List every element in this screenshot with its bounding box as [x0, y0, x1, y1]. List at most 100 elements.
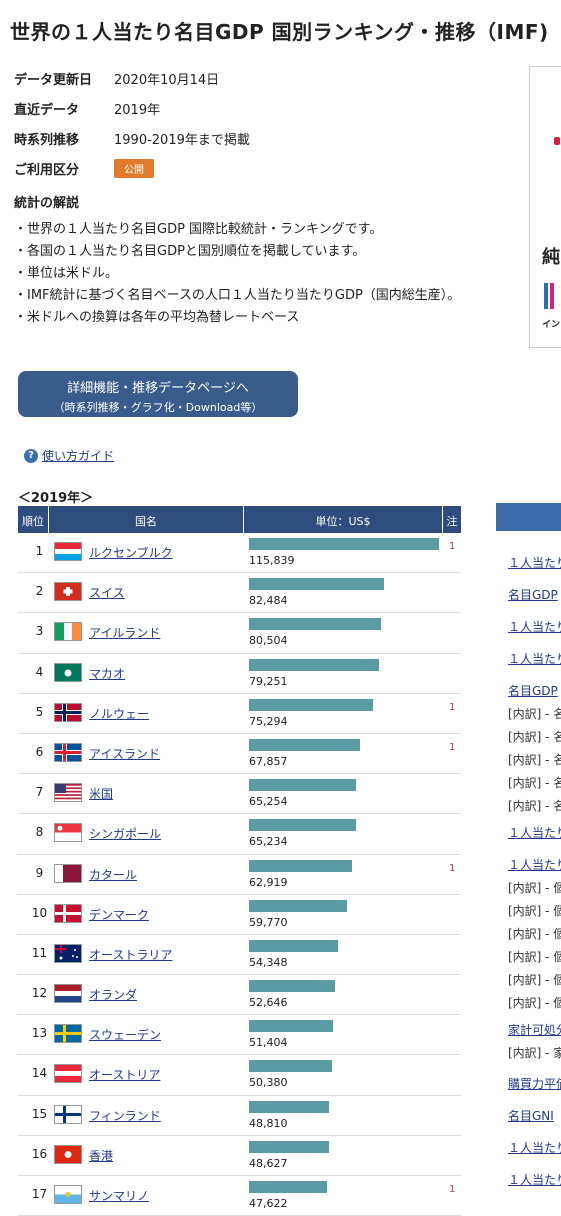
commentary-line: ・各国の１人当たり名目GDPと国別順位を掲載しています。	[14, 244, 366, 259]
country-link[interactable]: 香港	[89, 1147, 113, 1164]
flag-ie-icon	[54, 622, 82, 642]
flag-ch-icon	[54, 582, 82, 602]
table-row: 14 オーストリア 50,380	[18, 1055, 461, 1096]
country-link[interactable]: スウェーデン	[89, 1026, 161, 1043]
value-bar	[249, 1020, 334, 1033]
meta-value: 2020年10月14日	[114, 73, 220, 88]
value-bar	[249, 1060, 332, 1073]
flag-at-icon	[54, 1064, 82, 1084]
value-cell: 59,770	[249, 915, 288, 929]
country-link[interactable]: オーストラリア	[89, 946, 172, 963]
flag-sm-icon	[54, 1185, 82, 1204]
country-link[interactable]: ルクセンブルク	[89, 544, 173, 561]
country-link[interactable]: サンマリノ	[89, 1187, 149, 1204]
value-cell: 48,810	[249, 1116, 288, 1130]
table-row: 16 香港 48,627	[18, 1136, 461, 1176]
value-bar	[249, 1140, 329, 1153]
table-row: 13 スウェーデン 51,404	[18, 1015, 461, 1056]
sidebar-link[interactable]: １人当たり	[508, 824, 561, 841]
detail-data-button[interactable]: 詳細機能・推移データページへ （時系列推移・グラフ化・Download等）	[18, 371, 298, 417]
note-cell[interactable]: 1	[449, 702, 455, 713]
table-body: 1 ルクセンブルク 115,839 1 2 スイス 82,484 3 アイルランド 80,504 4…	[18, 533, 461, 1216]
value-cell: 48,627	[249, 1156, 288, 1170]
table-row: 12 オランダ 52,646	[18, 975, 461, 1016]
ad-banner[interactable]: 純 イン	[529, 66, 561, 348]
commentary-line: ・米ドルへの換算は各年の平均為替レートベース	[14, 310, 300, 325]
sidebar-subitem: [内訳] - 個	[508, 973, 561, 987]
country-link[interactable]: フィンランド	[89, 1107, 161, 1124]
note-cell[interactable]: 1	[449, 541, 455, 552]
country-link[interactable]: オーストリア	[89, 1066, 160, 1083]
value-cell: 82,484	[249, 594, 288, 608]
sidebar-link[interactable]: １人当たり	[508, 650, 561, 667]
value-bar	[249, 618, 381, 631]
value-bar	[249, 939, 339, 952]
table-row: 1 ルクセンブルク 115,839 1	[18, 533, 461, 574]
sidebar-header	[496, 503, 561, 531]
value-cell: 115,839	[249, 554, 295, 567]
note-cell[interactable]: 1	[449, 863, 455, 874]
commentary-text: ・世界の１人当たり名目GDP 国際比較統計・ランキングです。 ・各国の１人当たり…	[14, 219, 460, 329]
flag-dk-icon	[54, 903, 82, 923]
country-link[interactable]: オランダ	[89, 986, 137, 1003]
meta-key: 時系列推移	[14, 133, 80, 148]
commentary-line: ・世界の１人当たり名目GDP 国際比較統計・ランキングです。	[14, 222, 383, 237]
value-cell: 80,504	[249, 634, 288, 648]
value-cell: 62,919	[249, 875, 288, 889]
header-country: 国名	[135, 515, 157, 528]
value-bar	[249, 899, 347, 912]
country-link[interactable]: デンマーク	[89, 906, 149, 923]
country-link[interactable]: シンガポール	[89, 825, 161, 842]
country-link[interactable]: ノルウェー	[89, 705, 149, 722]
sidebar-subitem: [内訳] - 個	[508, 904, 561, 918]
commentary-heading: 統計の解説	[14, 196, 80, 211]
value-cell: 51,404	[249, 1036, 288, 1050]
table-header: 順位 国名 単位：US$ 注	[18, 506, 461, 533]
meta-key: データ更新日	[14, 73, 93, 88]
value-cell: 65,234	[249, 835, 288, 849]
value-bar	[249, 1181, 328, 1193]
flag-se-icon	[54, 1024, 82, 1044]
ad-text: 純	[542, 247, 560, 268]
value-bar	[249, 779, 356, 792]
value-cell: 79,251	[249, 674, 288, 688]
sidebar-link[interactable]: １人当たり	[508, 554, 561, 571]
table-row: 11 オーストラリア 54,348	[18, 935, 461, 976]
sidebar-link[interactable]: １人当たり	[508, 1139, 561, 1156]
table-row: 10 デンマーク 59,770	[18, 895, 461, 935]
sidebar-subitem: [内訳] - 個	[508, 881, 561, 895]
commentary-line: ・単位は米ドル。	[14, 266, 119, 281]
meta-value-wrap: 公開	[114, 159, 154, 178]
note-cell[interactable]: 1	[449, 742, 455, 753]
sidebar-link[interactable]: 名目GDP	[508, 586, 558, 603]
sidebar-subitem: [内訳] - 家	[508, 1046, 561, 1060]
country-link[interactable]: アイルランド	[89, 624, 160, 641]
sidebar-link[interactable]: 購買力平価	[508, 1075, 561, 1092]
sidebar-link[interactable]: １人当たり	[508, 856, 561, 873]
sidebar-link[interactable]: 名目GDP	[508, 682, 558, 699]
table-row: 7 米国 65,254	[18, 774, 461, 815]
detail-button-sublabel: （時系列推移・グラフ化・Download等）	[53, 401, 263, 414]
usage-guide-link[interactable]: 使い方ガイド	[42, 447, 114, 464]
flag-is-icon	[54, 742, 82, 762]
value-cell: 52,646	[249, 996, 288, 1010]
usage-guide[interactable]: ? 使い方ガイド	[24, 447, 114, 464]
sidebar-link[interactable]: 名目GNI	[508, 1107, 554, 1124]
table-row: 2 スイス 82,484	[18, 573, 461, 614]
sidebar-link[interactable]: １人当たり	[508, 618, 561, 635]
value-bar	[249, 819, 356, 832]
country-link[interactable]: アイスランド	[89, 745, 160, 762]
country-link[interactable]: 米国	[89, 785, 113, 802]
country-link[interactable]: マカオ	[89, 665, 125, 682]
table-row: 15 フィンランド 48,810	[18, 1096, 461, 1136]
flag-qa-icon	[54, 863, 82, 883]
country-link[interactable]: スイス	[89, 584, 125, 601]
commentary-line: ・IMF統計に基づく名目ベースの人口１人当たり当たりGDP（国内総生産）。	[14, 288, 461, 303]
country-link[interactable]: カタール	[89, 866, 137, 883]
sidebar-link[interactable]: １人当たり	[508, 1171, 561, 1188]
note-cell[interactable]: 1	[449, 1184, 455, 1195]
sidebar-subitem: [内訳] - 個	[508, 927, 561, 941]
sidebar-link[interactable]: 家計可処分	[508, 1021, 561, 1038]
table-row: 8 シンガポール 65,234	[18, 814, 461, 855]
value-cell: 50,380	[249, 1076, 288, 1090]
